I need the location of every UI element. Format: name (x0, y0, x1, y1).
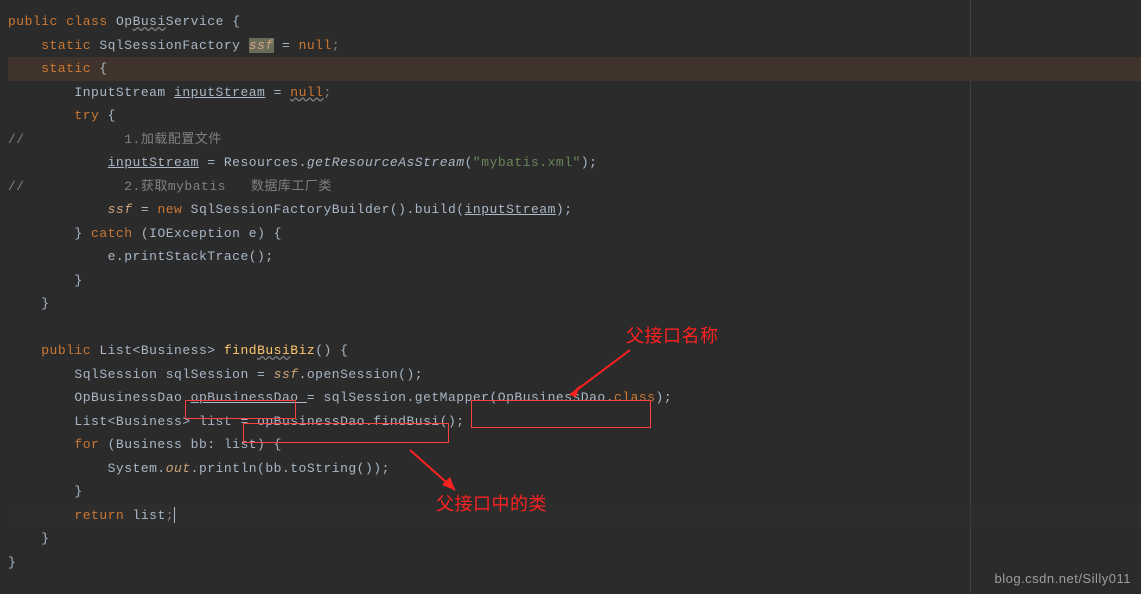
code-line: List<Business> list = opBusinessDao.find… (8, 410, 1141, 434)
code-line: // 1.加载配置文件 (8, 128, 1141, 152)
code-line: public List<Business> findBusiBiz() { (8, 339, 1141, 363)
code-editor[interactable]: public class OpBusiService { static SqlS… (0, 0, 1141, 574)
code-line: SqlSession sqlSession = ssf.openSession(… (8, 363, 1141, 387)
code-line (8, 316, 1141, 340)
code-line: } (8, 527, 1141, 551)
watermark: blog.csdn.net/Silly011 (994, 571, 1131, 586)
code-line: OpBusinessDao opBusinessDao = sqlSession… (8, 386, 1141, 410)
code-line: } catch (IOException e) { (8, 222, 1141, 246)
code-line: // 2.获取mybatis 数据库工厂类 (8, 175, 1141, 199)
code-line: static { (8, 57, 1141, 81)
code-line: } (8, 269, 1141, 293)
text-cursor (174, 507, 175, 523)
code-line: static SqlSessionFactory ssf = null; (8, 34, 1141, 58)
code-line: return list; (8, 504, 1141, 528)
code-line: public class OpBusiService { (8, 10, 1141, 34)
code-line: InputStream inputStream = null; (8, 81, 1141, 105)
code-line: } (8, 551, 1141, 575)
code-line: ssf = new SqlSessionFactoryBuilder().bui… (8, 198, 1141, 222)
code-line: } (8, 480, 1141, 504)
code-line: } (8, 292, 1141, 316)
code-line: e.printStackTrace(); (8, 245, 1141, 269)
code-line: for (Business bb: list) { (8, 433, 1141, 457)
code-line: System.out.println(bb.toString()); (8, 457, 1141, 481)
code-line: inputStream = Resources.getResourceAsStr… (8, 151, 1141, 175)
code-line: try { (8, 104, 1141, 128)
